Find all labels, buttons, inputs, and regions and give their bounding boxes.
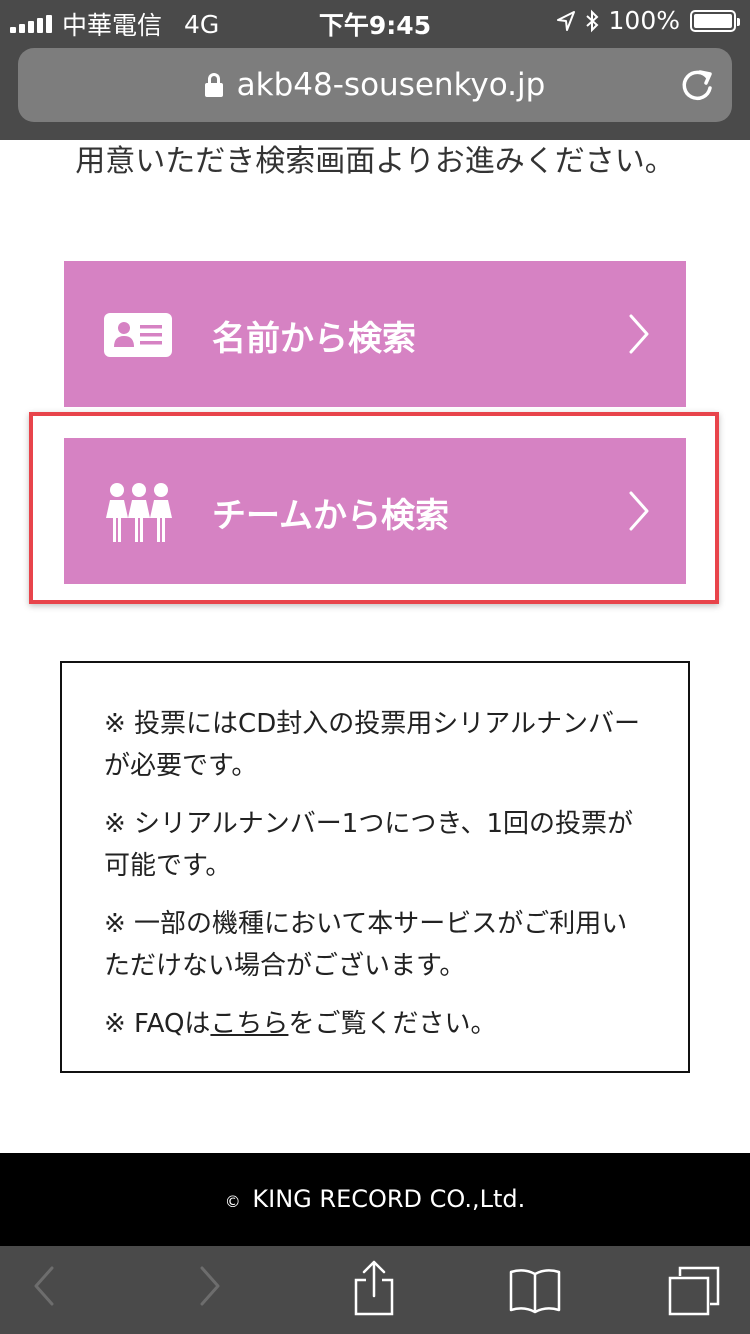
- status-bar: 中華電信 4G 下午9:45 100%: [0, 0, 750, 40]
- location-icon: [556, 10, 575, 31]
- browser-toolbar: [0, 1246, 750, 1334]
- reload-icon[interactable]: [678, 66, 716, 104]
- battery-fill: [694, 13, 732, 28]
- search-by-name-button[interactable]: 名前から検索: [64, 261, 686, 407]
- footer: © KING RECORD CO.,Ltd.: [0, 1153, 750, 1246]
- address-content: akb48-sousenkyo.jp: [18, 48, 732, 122]
- notice-item: ※ 一部の機種において本サービスがご利用いただけない場合がございます。: [104, 909, 628, 981]
- notice-item: ※ 投票にはCD封入の投票用シリアルナンバーが必要です。: [104, 709, 640, 781]
- faq-suffix: をご覧ください。: [288, 1009, 497, 1039]
- notice-box: ※ 投票にはCD封入の投票用シリアルナンバーが必要です。 ※ シリアルナンバー1…: [60, 661, 690, 1073]
- intro-text: 用意いただき検索画面よりお進みください。: [75, 144, 675, 179]
- faq-prefix: ※ FAQは: [104, 1009, 211, 1039]
- chevron-right-icon: [629, 491, 649, 531]
- id-card-icon: [104, 313, 172, 357]
- notice-faq: ※ FAQはこちらをご覧ください。: [104, 1003, 648, 1045]
- bluetooth-icon: [585, 9, 598, 32]
- status-right: 100%: [556, 6, 740, 35]
- faq-link[interactable]: こちら: [210, 1009, 288, 1039]
- team-icon: [106, 483, 172, 542]
- share-icon[interactable]: [352, 1260, 396, 1316]
- battery-icon: [690, 9, 740, 32]
- copyright-symbol: ©: [224, 1192, 241, 1211]
- browser-address-area: akb48-sousenkyo.jp: [0, 40, 750, 140]
- battery-percent: 100%: [608, 6, 680, 35]
- tabs-icon[interactable]: [668, 1266, 720, 1316]
- search-by-team-button[interactable]: チームから検索: [64, 438, 686, 584]
- search-by-team-label: チームから検索: [212, 496, 449, 536]
- chevron-right-icon: [629, 314, 649, 354]
- bookmarks-icon[interactable]: [508, 1268, 562, 1314]
- notice-item: ※ シリアルナンバー1つにつき、1回の投票が可能です。: [104, 809, 634, 881]
- search-by-name-label: 名前から検索: [212, 319, 416, 359]
- footer-text: KING RECORD CO.,Ltd.: [252, 1185, 526, 1213]
- back-icon[interactable]: [32, 1264, 56, 1308]
- lock-icon: [204, 73, 223, 97]
- url-text[interactable]: akb48-sousenkyo.jp: [237, 67, 546, 103]
- forward-icon[interactable]: [198, 1264, 222, 1308]
- address-bar[interactable]: akb48-sousenkyo.jp: [18, 48, 732, 122]
